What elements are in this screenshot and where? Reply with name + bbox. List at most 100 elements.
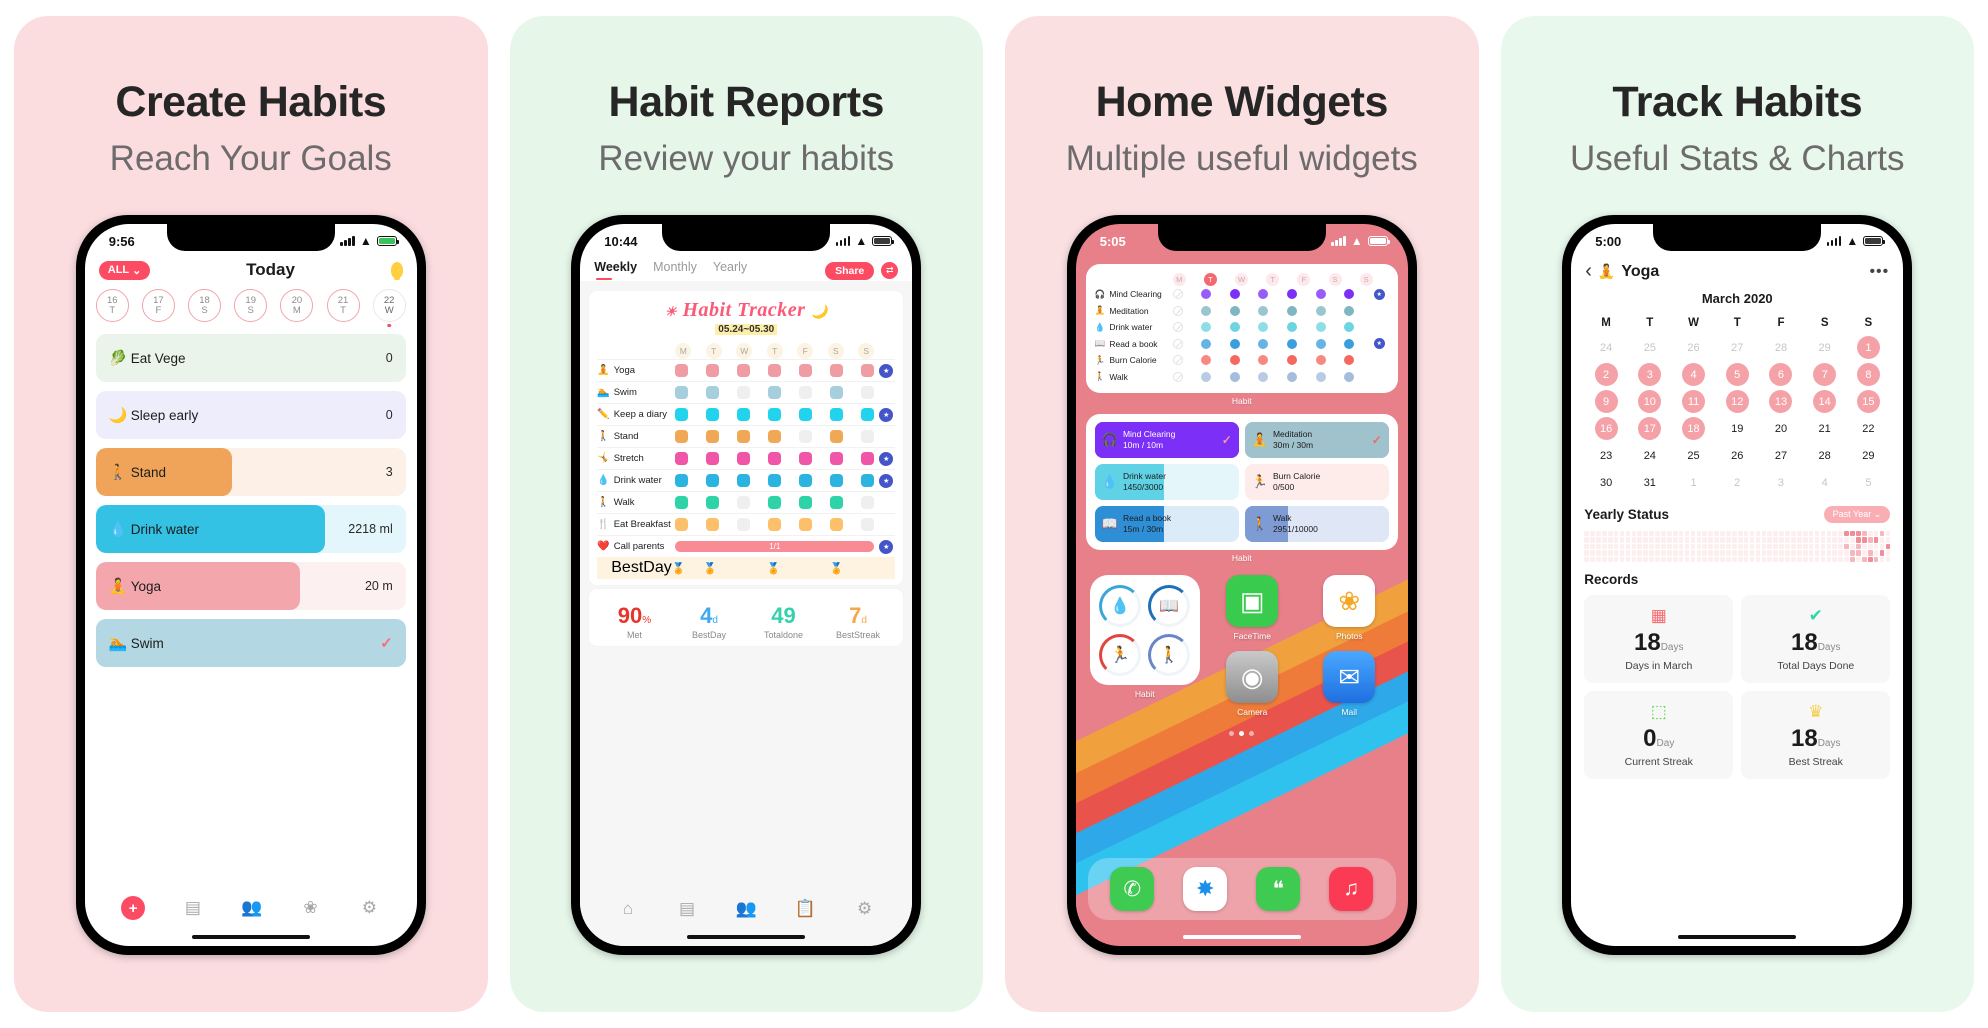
- day-dot[interactable]: [706, 452, 719, 465]
- back-icon[interactable]: ‹: [1585, 260, 1592, 283]
- calendar-cell[interactable]: 7: [1803, 361, 1847, 388]
- app-mail[interactable]: ✉ Mail: [1305, 651, 1394, 717]
- date-chip[interactable]: 21 T: [327, 289, 360, 322]
- calendar-cell[interactable]: 3: [1628, 361, 1672, 388]
- habit-row[interactable]: 🥬 Eat Vege 0: [96, 334, 406, 382]
- day-dot[interactable]: [799, 408, 812, 421]
- day-dot[interactable]: [737, 474, 750, 487]
- tab-bar-2[interactable]: ⌂ ▤ 👥 📋 ⚙: [580, 898, 912, 920]
- settings-tab[interactable]: ⚙: [854, 898, 876, 920]
- day-dot[interactable]: [799, 364, 812, 377]
- report-tab-yearly[interactable]: Yearly: [713, 260, 747, 281]
- calendar-cell[interactable]: 24: [1628, 442, 1672, 469]
- app-camera[interactable]: ◉ Camera: [1208, 651, 1297, 717]
- calendar-cell[interactable]: 5: [1715, 361, 1759, 388]
- community-tab[interactable]: 👥: [735, 898, 757, 920]
- calendar-cell[interactable]: 10: [1628, 388, 1672, 415]
- more-icon[interactable]: •••: [1869, 263, 1889, 281]
- day-dot[interactable]: [799, 474, 812, 487]
- habit-tile[interactable]: 🚶 Walk 2951/10000: [1245, 506, 1389, 542]
- habit-tile[interactable]: 🧘 Meditation 30m / 30m ✓: [1245, 422, 1389, 458]
- habit-row[interactable]: 🏊 Swim ✓: [96, 619, 406, 667]
- day-dot[interactable]: [706, 430, 719, 443]
- day-dot[interactable]: [799, 386, 812, 399]
- day-dot[interactable]: [861, 518, 874, 531]
- date-chip[interactable]: 22 W: [373, 289, 406, 322]
- day-dot[interactable]: [768, 408, 781, 421]
- date-chip[interactable]: 20 M: [280, 289, 313, 322]
- bulb-icon[interactable]: [391, 262, 403, 278]
- community-tab[interactable]: 👥: [241, 897, 263, 919]
- date-chip[interactable]: 18 S: [188, 289, 221, 322]
- habit-row[interactable]: 🌙 Sleep early 0: [96, 391, 406, 439]
- calendar-cell[interactable]: 1: [1847, 334, 1891, 361]
- calendar-cell[interactable]: 30: [1584, 469, 1628, 496]
- safari-icon[interactable]: ✸: [1183, 867, 1227, 911]
- calendar-cell[interactable]: 27: [1715, 334, 1759, 361]
- day-dot[interactable]: [861, 386, 874, 399]
- habit-tile[interactable]: 💧 Drink water 1450/3000: [1095, 464, 1239, 500]
- day-dot[interactable]: [861, 364, 874, 377]
- calendar-cell[interactable]: 16: [1584, 415, 1628, 442]
- day-dot[interactable]: [675, 452, 688, 465]
- calendar-cell[interactable]: 28: [1803, 442, 1847, 469]
- calendar-cell[interactable]: 26: [1672, 334, 1716, 361]
- calendar-cell[interactable]: 21: [1803, 415, 1847, 442]
- calendar-cell[interactable]: 28: [1759, 334, 1803, 361]
- calendar-cell[interactable]: 15: [1847, 388, 1891, 415]
- report-tab-weekly[interactable]: Weekly: [594, 260, 637, 281]
- day-dot[interactable]: [830, 430, 843, 443]
- day-dot[interactable]: [830, 408, 843, 421]
- widgets-tab[interactable]: ❀: [300, 897, 322, 919]
- day-dot[interactable]: [861, 430, 874, 443]
- calendar-cell[interactable]: 22: [1847, 415, 1891, 442]
- day-dot[interactable]: [830, 518, 843, 531]
- calendar-cell[interactable]: 12: [1715, 388, 1759, 415]
- habit-grid-widget[interactable]: MTWTFSS 🎧 Mind Clearing ★ 🧘 Meditation 💧 Drink…: [1086, 264, 1398, 393]
- date-chip[interactable]: 16 T: [96, 289, 129, 322]
- calendar-cell[interactable]: 9: [1584, 388, 1628, 415]
- day-dot[interactable]: [737, 386, 750, 399]
- calendar-cell[interactable]: 18: [1672, 415, 1716, 442]
- day-dot[interactable]: [830, 474, 843, 487]
- calendar-cell[interactable]: 13: [1759, 388, 1803, 415]
- day-dot[interactable]: [737, 408, 750, 421]
- day-dot[interactable]: [799, 518, 812, 531]
- day-dot[interactable]: [675, 430, 688, 443]
- habit-tile[interactable]: 🎧 Mind Clearing 10m / 10m ✓: [1095, 422, 1239, 458]
- report-tab[interactable]: 📋: [794, 898, 816, 920]
- day-dot[interactable]: [675, 386, 688, 399]
- day-dot[interactable]: [861, 408, 874, 421]
- day-dot[interactable]: [737, 364, 750, 377]
- habit-rings-widget[interactable]: 💧 📖 🏃 🚶: [1090, 575, 1200, 685]
- date-chip[interactable]: 19 S: [234, 289, 267, 322]
- habit-tiles-widget[interactable]: 🎧 Mind Clearing 10m / 10m ✓ 🧘 Meditation 30m /…: [1086, 414, 1398, 550]
- calendar-cell[interactable]: 19: [1715, 415, 1759, 442]
- calendar-cell[interactable]: 27: [1759, 442, 1803, 469]
- calendar-cell[interactable]: 20: [1759, 415, 1803, 442]
- calendar-cell[interactable]: 23: [1584, 442, 1628, 469]
- habit-tile[interactable]: 🏃 Burn Calorie 0/500: [1245, 464, 1389, 500]
- day-dot[interactable]: [861, 496, 874, 509]
- calendar-cell[interactable]: 2: [1584, 361, 1628, 388]
- day-dot[interactable]: [830, 496, 843, 509]
- day-dot[interactable]: [737, 452, 750, 465]
- filter-all-button[interactable]: ALL ⌄: [99, 261, 151, 280]
- day-dot[interactable]: [830, 452, 843, 465]
- day-dot[interactable]: [675, 518, 688, 531]
- date-strip[interactable]: 16 T 17 F 18 S 19 S 20 M 21 T 22 W: [85, 282, 417, 326]
- day-dot[interactable]: [768, 474, 781, 487]
- calendar-cell[interactable]: 3: [1759, 469, 1803, 496]
- day-dot[interactable]: [706, 496, 719, 509]
- day-dot[interactable]: [799, 430, 812, 443]
- add-button[interactable]: +: [121, 896, 145, 920]
- calendar-cell[interactable]: 5: [1847, 469, 1891, 496]
- calendar-cell[interactable]: 8: [1847, 361, 1891, 388]
- habit-row[interactable]: 🚶 Stand 3: [96, 448, 406, 496]
- day-dot[interactable]: [706, 474, 719, 487]
- calendar-cell[interactable]: 1: [1672, 469, 1716, 496]
- day-dot[interactable]: [675, 474, 688, 487]
- day-dot[interactable]: [768, 386, 781, 399]
- day-dot[interactable]: [706, 364, 719, 377]
- habit-row[interactable]: 💧 Drink water 2218 ml: [96, 505, 406, 553]
